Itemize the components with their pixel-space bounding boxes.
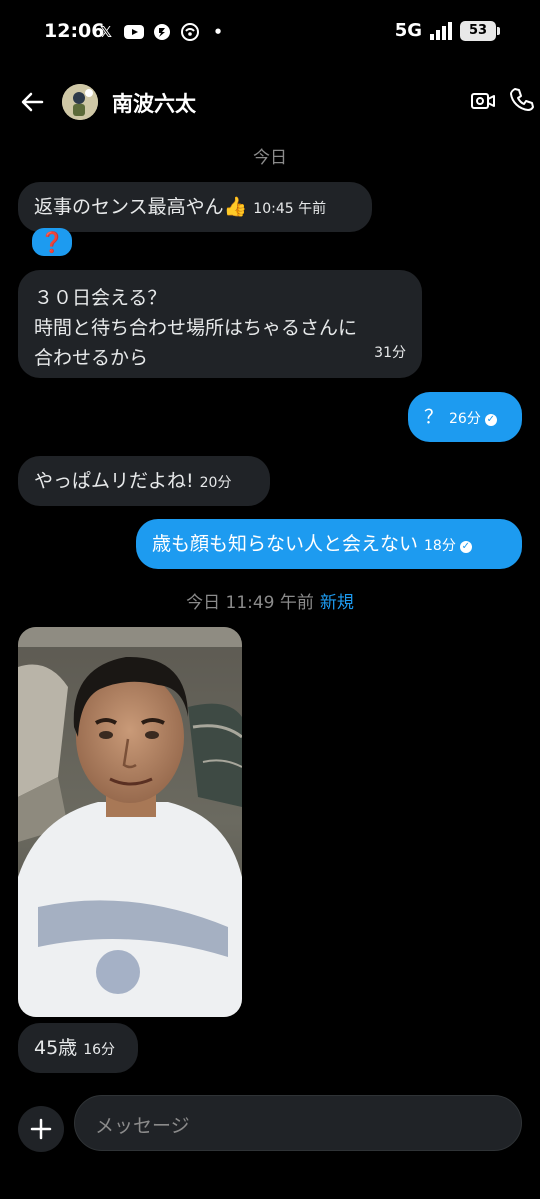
conversation-header: 南波六太: [0, 74, 540, 132]
sent-check-icon: ✓: [484, 414, 497, 426]
contact-name[interactable]: 南波六太: [112, 88, 196, 118]
question-mark-icon: ❓: [39, 230, 65, 254]
divider-label: 今日 11:49 午前: [186, 593, 314, 613]
hotspot-icon: [180, 22, 200, 42]
message-text: 返事のセンス最高やん👍: [34, 196, 248, 218]
message-bubble-outgoing[interactable]: 歳も顔も知らない人と会えない 18分 ✓: [136, 519, 522, 569]
message-bubble-incoming[interactable]: 返事のセンス最高やん👍 10:45 午前: [18, 182, 372, 232]
message-time: 10:45 午前: [253, 201, 327, 217]
back-button[interactable]: [18, 88, 46, 116]
date-label: 今日: [253, 148, 287, 168]
new-badge: 新規: [319, 593, 354, 613]
video-camera-icon: [471, 93, 495, 109]
message-time: 31分: [374, 345, 406, 361]
signal-icon: [430, 21, 452, 40]
youtube-icon: [124, 22, 144, 42]
reaction-badge[interactable]: ❓: [32, 228, 72, 256]
plus-icon: [30, 1118, 52, 1140]
message-line: 時間と待ち合わせ場所はちゃるさんに: [34, 317, 358, 339]
date-separator: 今日: [0, 143, 540, 168]
x-icon: 𝕏: [99, 23, 113, 41]
message-bubble-incoming[interactable]: 45歳 16分: [18, 1023, 138, 1073]
message-input[interactable]: メッセージ: [74, 1095, 522, 1151]
notification-icons: 𝕏 •: [96, 22, 228, 42]
message-bubble-incoming[interactable]: やっぱムリだよね! 20分: [18, 456, 270, 506]
message-line: ３０日会える？: [34, 287, 167, 309]
message-text: 歳も顔も知らない人と会えない: [152, 533, 419, 555]
dot-icon: •: [213, 23, 223, 41]
app-icon: [152, 22, 172, 42]
sent-check-icon: ✓: [459, 541, 472, 553]
message-text: 45歳: [34, 1037, 78, 1059]
message-time: 26分: [449, 411, 481, 427]
message-text: やっぱムリだよね!: [34, 470, 194, 492]
message-time: 16分: [83, 1042, 116, 1058]
battery-icon: 53: [460, 20, 500, 41]
message-input-placeholder: メッセージ: [95, 1115, 190, 1137]
add-attachment-button[interactable]: [18, 1106, 64, 1152]
new-messages-divider: 今日 11:49 午前 新規: [0, 588, 540, 613]
message-text: ？: [424, 406, 444, 428]
message-composer: メッセージ: [0, 1090, 540, 1160]
avatar[interactable]: [62, 84, 98, 120]
network-label: 5G: [394, 20, 422, 41]
message-time: 18分: [424, 538, 456, 554]
voice-call-button[interactable]: [508, 86, 536, 114]
phone-icon: [510, 88, 534, 111]
message-time: 20分: [199, 475, 232, 491]
message-bubble-incoming[interactable]: ３０日会える？ 時間と待ち合わせ場所はちゃるさんに 合わせるから 31分: [18, 270, 422, 378]
status-bar: 12:06 𝕏 • 5G 53: [0, 0, 540, 66]
video-call-button[interactable]: [470, 88, 496, 114]
message-line: 合わせるから: [34, 347, 149, 369]
photo-message[interactable]: [18, 627, 242, 1017]
message-bubble-outgoing[interactable]: ？ 26分 ✓: [408, 392, 522, 442]
arrow-left-icon: [21, 92, 44, 112]
